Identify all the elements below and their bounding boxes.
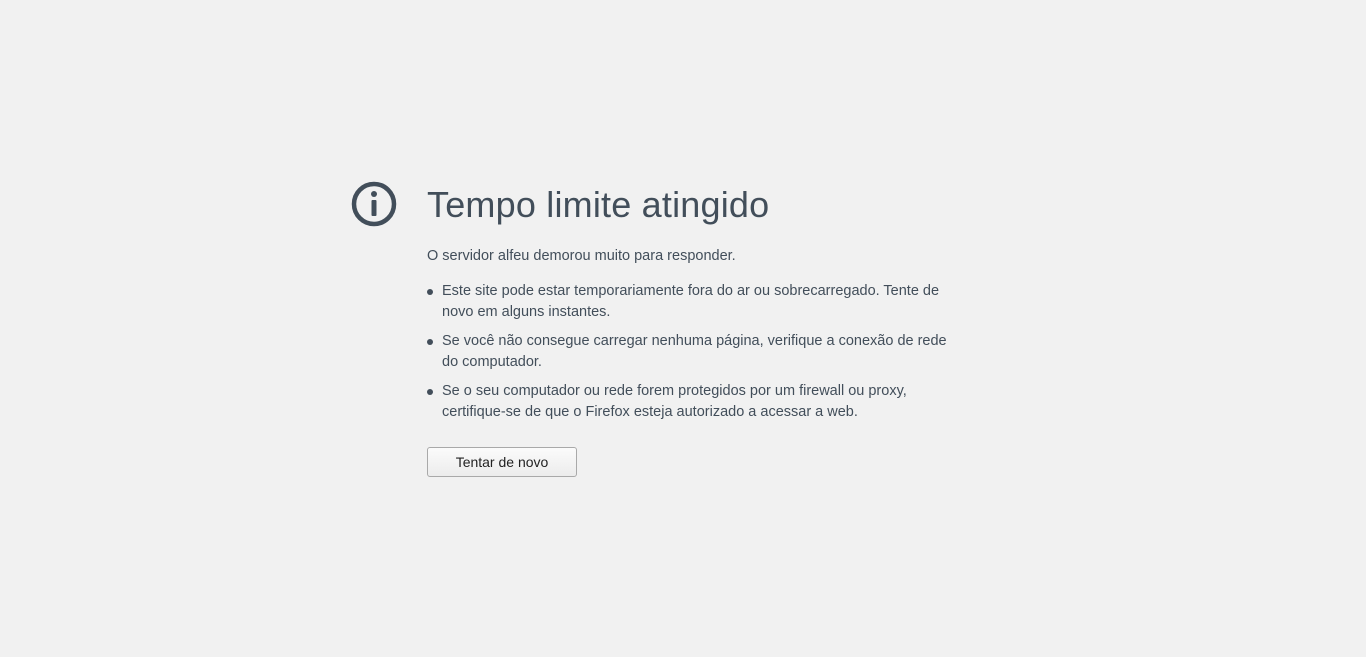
info-icon xyxy=(351,181,397,227)
retry-button[interactable]: Tentar de novo xyxy=(427,447,577,477)
bullet-icon xyxy=(427,289,433,295)
list-item: Se você não consegue carregar nenhuma pá… xyxy=(427,331,947,373)
list-item: Se o seu computador ou rede forem proteg… xyxy=(427,381,947,423)
tip-text: Se você não consegue carregar nenhuma pá… xyxy=(442,333,947,370)
tip-text: Se o seu computador ou rede forem proteg… xyxy=(442,383,907,420)
tip-text: Este site pode estar temporariamente for… xyxy=(442,283,940,320)
bullet-icon xyxy=(427,389,433,395)
page-title: Tempo limite atingido xyxy=(427,184,770,225)
error-description: O servidor alfeu demorou muito para resp… xyxy=(427,248,736,264)
bullet-icon xyxy=(427,339,433,345)
list-item: Este site pode estar temporariamente for… xyxy=(427,281,947,323)
tips-list: Este site pode estar temporariamente for… xyxy=(427,281,947,423)
error-content: Tempo limite atingido O servidor alfeu d… xyxy=(427,178,947,477)
